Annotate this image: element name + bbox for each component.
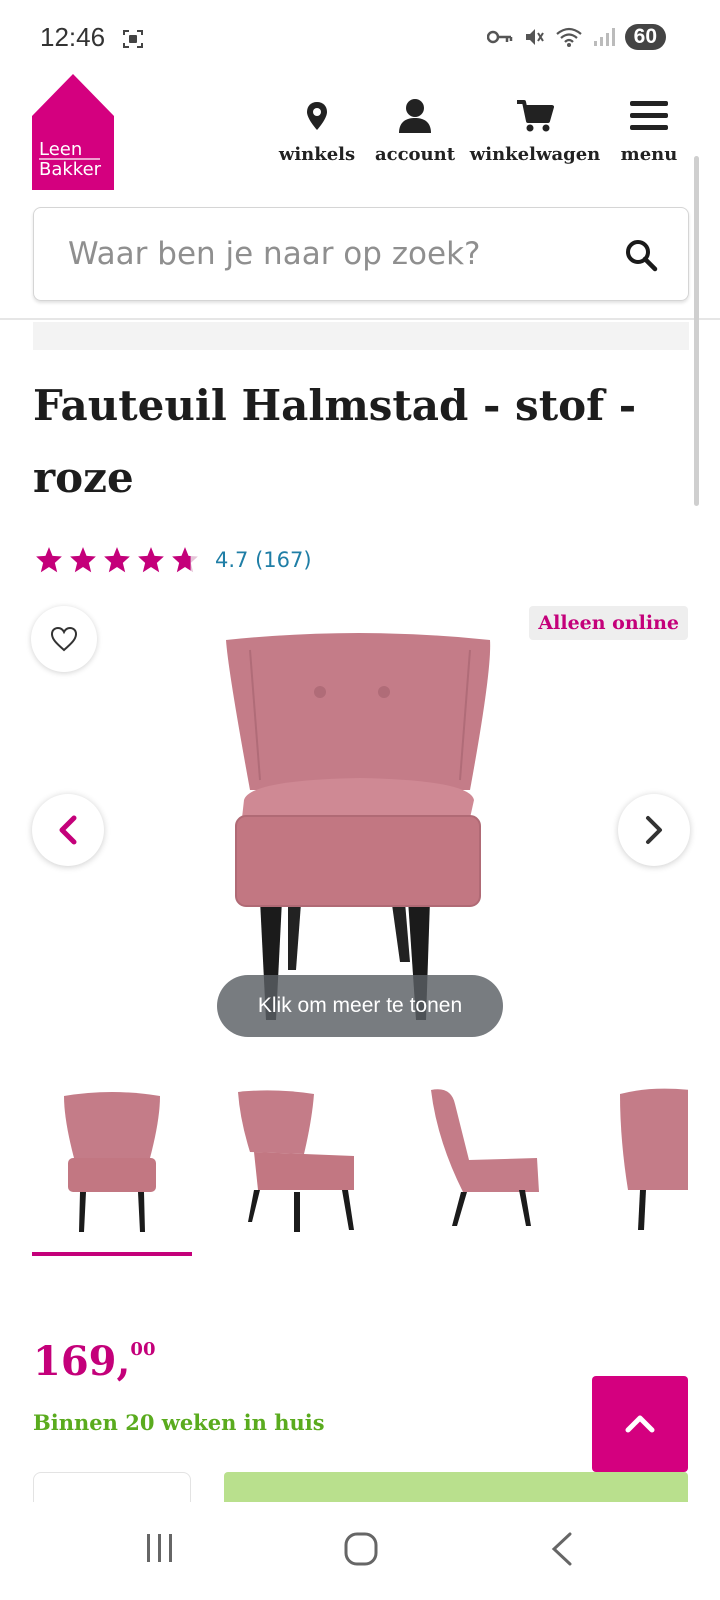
- thumbnail-side[interactable]: [417, 1080, 577, 1250]
- product-title: Fauteuil Halmstad - stof - roze: [33, 381, 637, 502]
- star-icon: [36, 547, 62, 573]
- nav-menu-label: menu: [620, 144, 678, 165]
- search-placeholder[interactable]: Waar ben je naar op zoek?: [68, 236, 481, 272]
- thumbnail-front[interactable]: [32, 1080, 192, 1250]
- key-icon: [486, 30, 512, 44]
- nav-account-label: account: [374, 144, 456, 165]
- price-cents: 00: [130, 1339, 156, 1360]
- leen-bakker-logo[interactable]: Leen Bakker: [32, 74, 114, 190]
- chevron-up-icon: [625, 1415, 655, 1433]
- mute-icon: [525, 29, 544, 45]
- screenshot-icon: [123, 30, 143, 48]
- online-only-badge: Alleen online: [529, 606, 688, 640]
- recent-apps-icon[interactable]: [144, 1532, 176, 1564]
- brand-line2: Bakker: [39, 159, 102, 180]
- signal-icon: [593, 28, 615, 46]
- breadcrumb-placeholder: [33, 322, 689, 350]
- product-price: 169,00: [33, 1338, 155, 1385]
- cart-icon: [516, 96, 554, 136]
- status-time: 12:46: [40, 22, 106, 52]
- thumbnail-active-indicator: [32, 1252, 192, 1256]
- header-divider: [0, 318, 720, 320]
- nav-stores[interactable]: winkels: [276, 96, 358, 170]
- brand-line1: Leen: [39, 139, 82, 160]
- thumbnail-back[interactable]: [610, 1080, 688, 1250]
- star-icon: [138, 547, 164, 573]
- nav-account[interactable]: account: [370, 96, 460, 170]
- location-pin-icon: [306, 96, 328, 136]
- chevron-right-icon: [646, 816, 662, 844]
- star-icon: [104, 547, 130, 573]
- back-icon[interactable]: [550, 1532, 574, 1566]
- rating-stars: [33, 546, 201, 574]
- search-bar[interactable]: Waar ben je naar op zoek?: [33, 207, 689, 301]
- nav-cart[interactable]: winkelwagen: [465, 96, 605, 170]
- user-icon: [398, 96, 432, 136]
- gallery-prev-button[interactable]: [32, 794, 104, 866]
- chevron-left-icon: [59, 815, 77, 845]
- product-main-image[interactable]: [220, 630, 500, 1030]
- product-rating[interactable]: 4.7 (167): [33, 546, 312, 574]
- home-icon[interactable]: [344, 1532, 378, 1566]
- search-icon[interactable]: [624, 238, 658, 272]
- page-scrollbar[interactable]: [694, 156, 699, 506]
- menu-icon: [630, 96, 668, 136]
- nav-stores-label: winkels: [278, 144, 356, 165]
- nav-cart-label: winkelwagen: [469, 144, 601, 165]
- star-icon: [70, 547, 96, 573]
- thumbnail-angle[interactable]: [224, 1080, 384, 1250]
- wifi-icon: [555, 27, 582, 47]
- star-icon: [172, 547, 198, 573]
- delivery-time: Binnen 20 weken in huis: [33, 1410, 325, 1435]
- gallery-next-button[interactable]: [618, 794, 690, 866]
- rating-text[interactable]: 4.7 (167): [215, 548, 312, 572]
- show-more-tooltip[interactable]: Klik om meer te tonen: [217, 975, 503, 1037]
- status-bar: 12:46 60: [0, 0, 720, 78]
- price-main: 169,: [33, 1338, 131, 1385]
- thumbnail-strip[interactable]: [32, 1080, 688, 1260]
- heart-icon: [50, 626, 78, 652]
- system-nav-bar: [0, 1502, 720, 1600]
- battery-level: 60: [624, 24, 666, 50]
- favorite-button[interactable]: [31, 606, 97, 672]
- scroll-to-top-button[interactable]: [592, 1376, 688, 1472]
- nav-menu[interactable]: menu: [612, 96, 686, 170]
